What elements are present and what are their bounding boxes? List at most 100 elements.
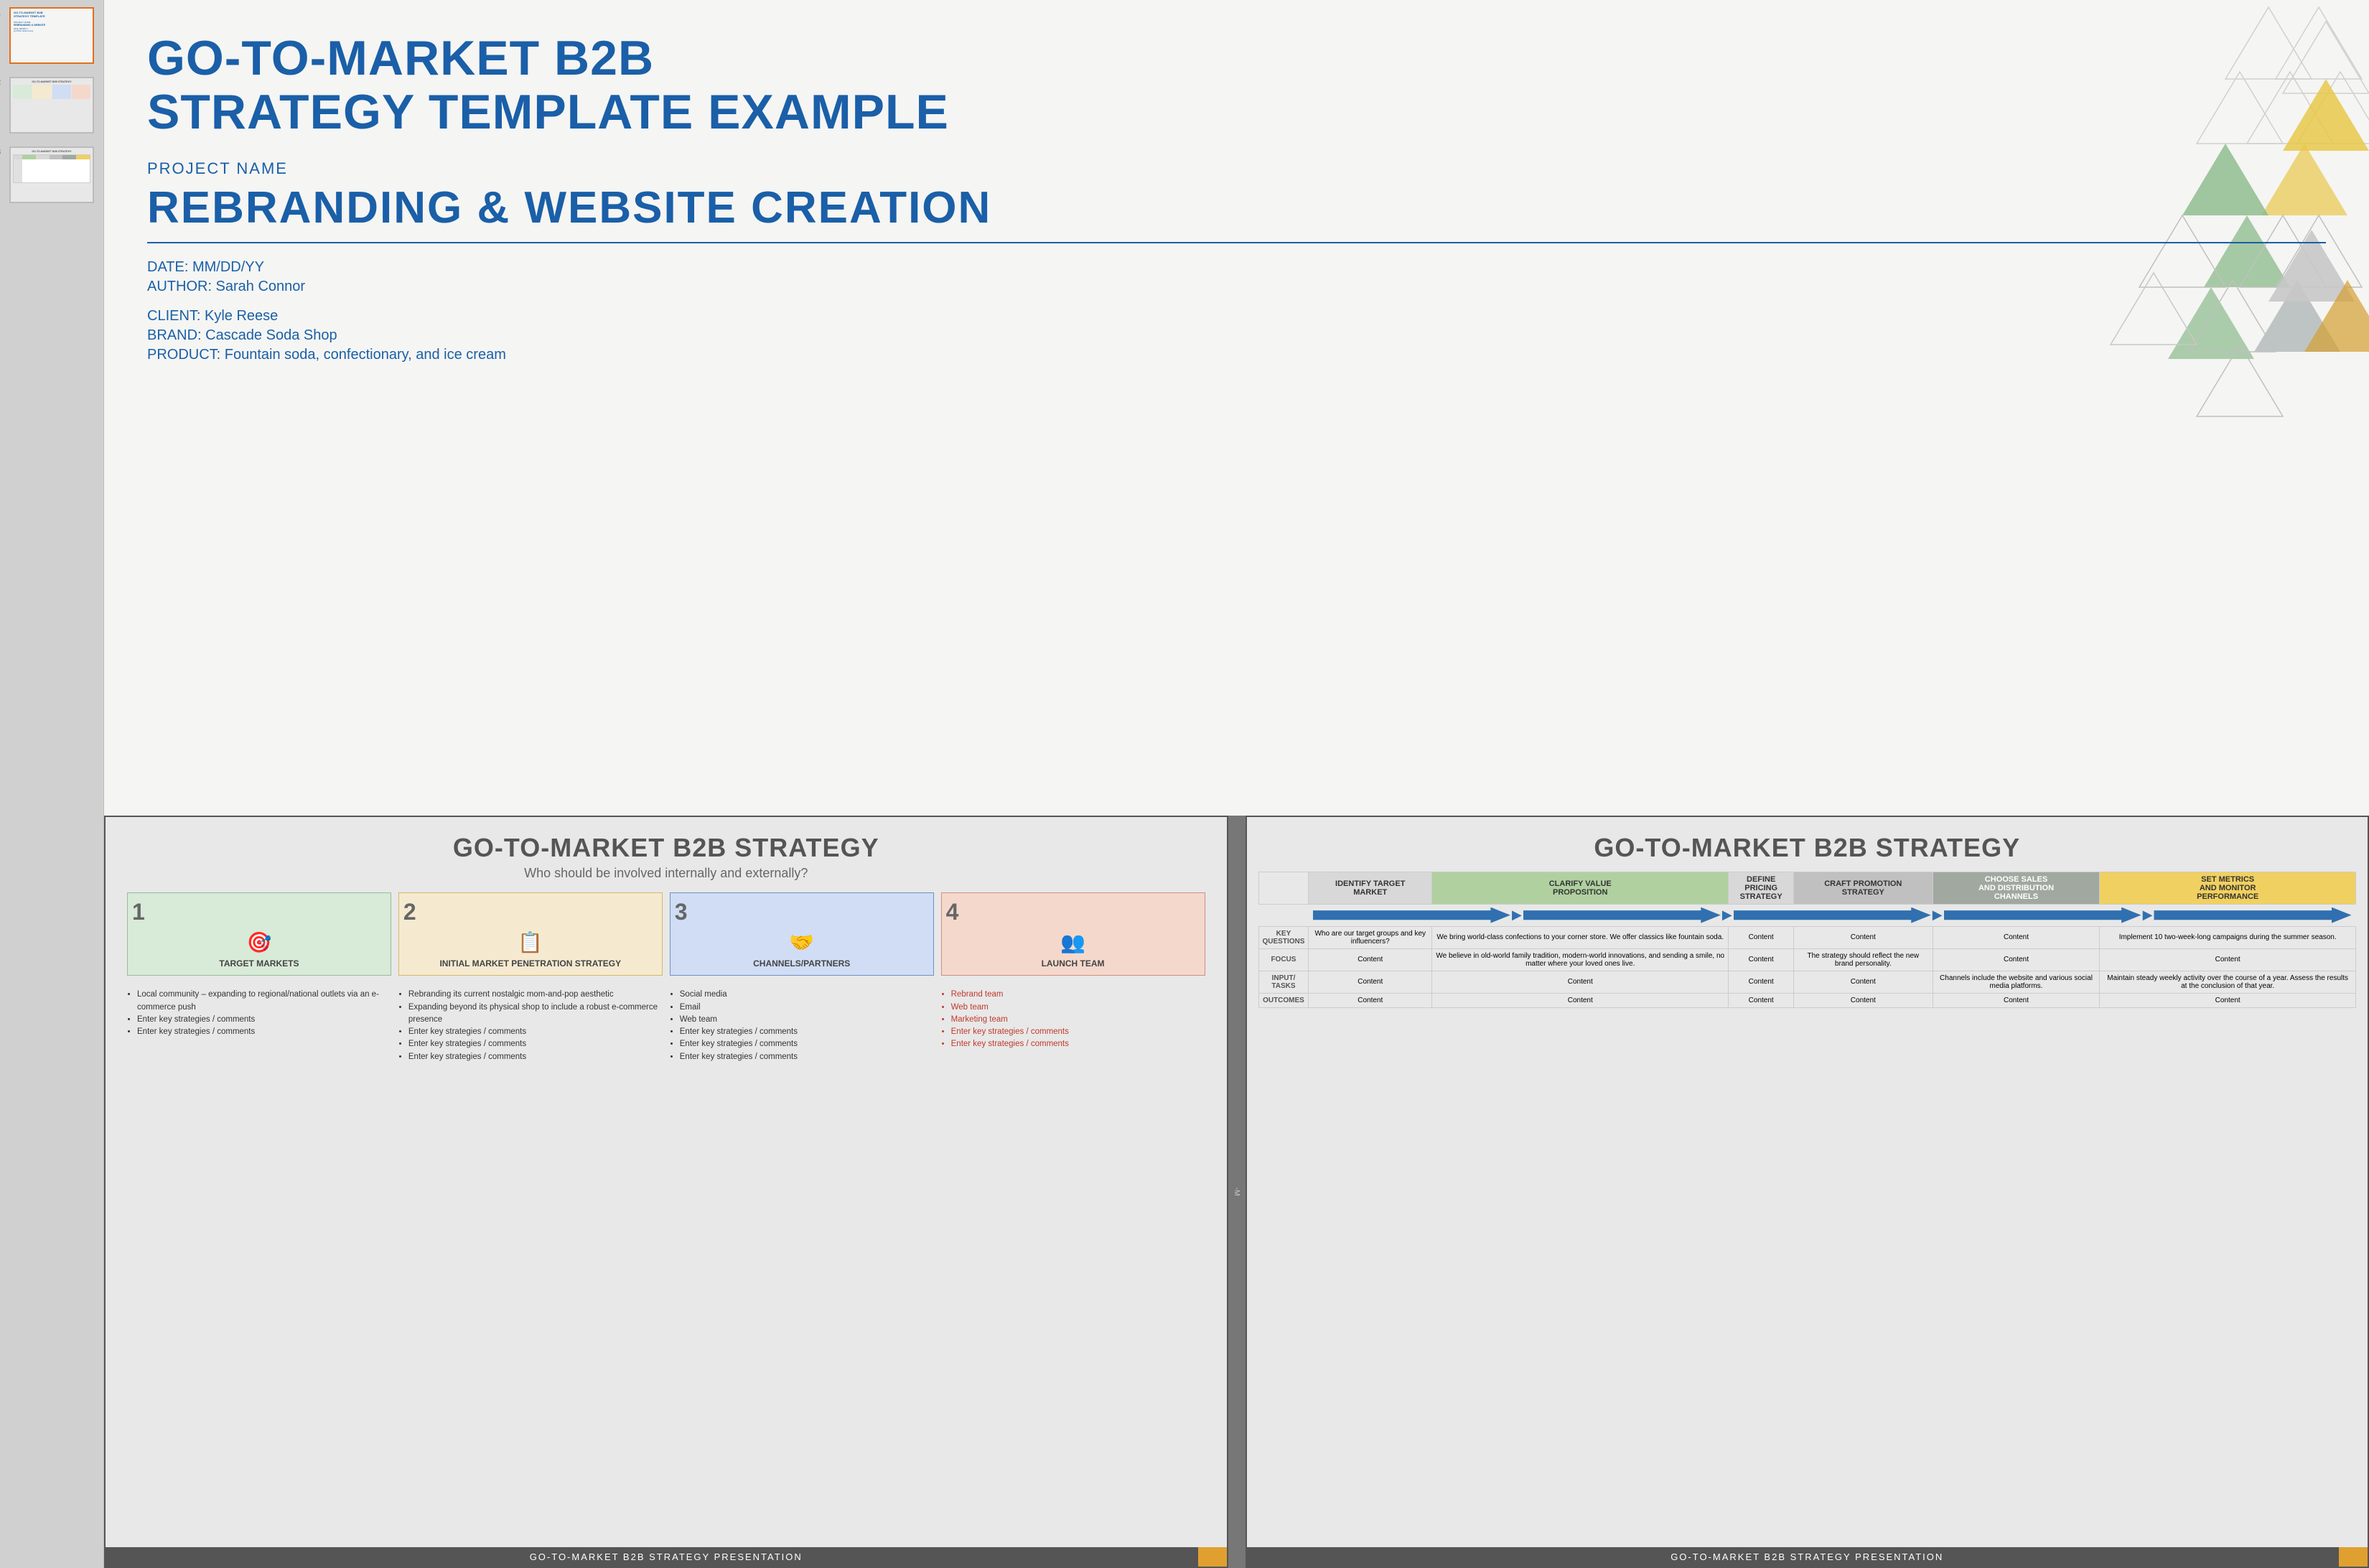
cell-input-1: Content: [1309, 971, 1432, 993]
slide-2: GO-TO-MARKET B2B STRATEGY Who should be …: [104, 816, 1228, 1568]
box-number-3: 3: [675, 900, 688, 923]
slide3-table: IDENTIFY TARGETMARKET CLARIFY VALUEPROPO…: [1258, 872, 2357, 1008]
box-label-3: CHANNELS/PARTNERS: [753, 958, 850, 970]
bullet-col-2: Rebranding its current nostalgic mom-and…: [398, 989, 663, 1543]
cell-input-3: Content: [1729, 971, 1794, 993]
row-label-key-questions: KEYQUESTIONS: [1258, 926, 1309, 948]
handshake-icon: 🤝: [789, 930, 814, 954]
bullet-item: Enter key strategies / comments: [680, 1026, 934, 1038]
cell-input-5: Channels include the website and various…: [1933, 971, 2100, 993]
strat-box-3: 3 🤝 CHANNELS/PARTNERS: [670, 892, 934, 976]
slide-divider: -M: [1228, 816, 1246, 1568]
bullet-item: Enter key strategies / comments: [951, 1026, 1205, 1038]
col-header-1: IDENTIFY TARGETMARKET: [1309, 872, 1432, 904]
slide2-footer: GO-TO-MARKET B2B STRATEGY PRESENTATION: [106, 1547, 1227, 1567]
bottom-row: GO-TO-MARKET B2B STRATEGY Who should be …: [104, 816, 2369, 1568]
bullet-col-1: Local community – expanding to regional/…: [127, 989, 391, 1543]
box-number-2: 2: [403, 900, 416, 923]
main-content: GO-TO-MARKET B2B STRATEGY TEMPLATE EXAMP…: [104, 0, 2369, 1568]
table-row-focus: FOCUS Content We believe in old-world fa…: [1258, 948, 2356, 971]
cell-focus-3: Content: [1729, 948, 1794, 971]
bullet-item: Expanding beyond its physical shop to in…: [408, 1002, 663, 1027]
main-title: GO-TO-MARKET B2B STRATEGY TEMPLATE EXAMP…: [147, 32, 2326, 139]
slide-number-1: 1: [0, 9, 1, 17]
table-row-outcomes: OUTCOMES Content Content Content Content…: [1258, 993, 2356, 1007]
slide2-header: GO-TO-MARKET B2B STRATEGY Who should be …: [106, 817, 1227, 885]
date-line: DATE: MM/DD/YY: [147, 259, 2326, 276]
title-line2: STRATEGY TEMPLATE EXAMPLE: [147, 85, 949, 139]
bullet-item: Social media: [680, 989, 934, 1001]
cell-input-4: Content: [1793, 971, 1933, 993]
cell-focus-2: We believe in old-world family tradition…: [1432, 948, 1729, 971]
bullet-item: Enter key strategies / comments: [951, 1038, 1205, 1050]
cell-kq-3: Content: [1729, 926, 1794, 948]
project-name-label: PROJECT NAME: [147, 159, 2326, 178]
bullet-item: Web team: [951, 1002, 1205, 1014]
slide3-footer-text: GO-TO-MARKET B2B STRATEGY PRESENTATION: [1671, 1551, 1943, 1562]
cell-kq-6: Implement 10 two-week-long campaigns dur…: [2100, 926, 2356, 948]
cell-kq-2: We bring world-class confections to your…: [1432, 926, 1729, 948]
strat-box-1: 1 🎯 TARGET MARKETS: [127, 892, 391, 976]
brand-line: BRAND: Cascade Soda Shop: [147, 327, 2326, 344]
slide-thumb-2[interactable]: GO-TO-MARKET B2B STRATEGY: [9, 77, 94, 134]
col-header-4: CRAFT PROMOTIONSTRATEGY: [1793, 872, 1933, 904]
bullet-item: Local community – expanding to regional/…: [137, 989, 391, 1014]
bullet-item: Email: [680, 1002, 934, 1014]
title-line1: GO-TO-MARKET B2B: [147, 31, 654, 85]
bullet-item: Rebranding its current nostalgic mom-and…: [408, 989, 663, 1001]
bullet-item: Rebrand team: [951, 989, 1205, 1001]
cell-focus-6: Content: [2100, 948, 2356, 971]
project-title: REBRANDING & WEBSITE CREATION: [147, 182, 2326, 243]
bullet-col-4: Rebrand team Web team Marketing team Ent…: [941, 989, 1205, 1543]
bullet-item: Enter key strategies / comments: [137, 1014, 391, 1026]
cell-out-5: Content: [1933, 993, 2100, 1007]
arrow-row: ▶ ▶ ▶ ▶: [1258, 904, 2356, 926]
bullet-item: Enter key strategies / comments: [137, 1026, 391, 1038]
target-icon: 🎯: [247, 930, 272, 954]
slide-3: GO-TO-MARKET B2B STRATEGY IDENTIFY TARGE…: [1246, 816, 2369, 1568]
slide2-subtitle: Who should be involved internally and ex…: [113, 866, 1220, 881]
bullet-item: Enter key strategies / comments: [408, 1038, 663, 1050]
row-label-outcomes: OUTCOMES: [1258, 993, 1309, 1007]
bullet-item: Marketing team: [951, 1014, 1205, 1026]
box-label-1: TARGET MARKETS: [219, 958, 299, 970]
cell-out-3: Content: [1729, 993, 1794, 1007]
product-line: PRODUCT: Fountain soda, confectionary, a…: [147, 347, 2326, 363]
client-line: CLIENT: Kyle Reese: [147, 308, 2326, 325]
bullet-item: Enter key strategies / comments: [408, 1051, 663, 1063]
cell-kq-1: Who are our target groups and key influe…: [1309, 926, 1432, 948]
slide-thumb-3[interactable]: GO-TO-MARKET B2B STRATEGY: [9, 146, 94, 203]
slide3-footer: GO-TO-MARKET B2B STRATEGY PRESENTATION: [1247, 1547, 2368, 1567]
bullet-item: Enter key strategies / comments: [408, 1026, 663, 1038]
bullet-item: Web team: [680, 1014, 934, 1026]
bullet-item: Enter key strategies / comments: [680, 1038, 934, 1050]
strat-box-4: 4 👥 LAUNCH TEAM: [941, 892, 1205, 976]
slide-1: GO-TO-MARKET B2B STRATEGY TEMPLATE EXAMP…: [104, 0, 2369, 816]
col-header-2: CLARIFY VALUEPROPOSITION: [1432, 872, 1729, 904]
col-header-3: DEFINE PRICINGSTRATEGY: [1729, 872, 1794, 904]
box-label-4: LAUNCH TEAM: [1042, 958, 1105, 970]
slide3-header: GO-TO-MARKET B2B STRATEGY: [1247, 817, 2368, 867]
slide-thumb-1[interactable]: GO-TO-MARKET B2BSTRATEGY TEMPLATE PROJEC…: [9, 7, 94, 64]
cell-focus-4: The strategy should reflect the new bran…: [1793, 948, 1933, 971]
cell-input-6: Maintain steady weekly activity over the…: [2100, 971, 2356, 993]
col-header-5: CHOOSE SALESAND DISTRIBUTIONCHANNELS: [1933, 872, 2100, 904]
cell-out-4: Content: [1793, 993, 1933, 1007]
slide2-footer-text: GO-TO-MARKET B2B STRATEGY PRESENTATION: [530, 1551, 803, 1562]
cell-focus-5: Content: [1933, 948, 2100, 971]
strategy-boxes: 1 🎯 TARGET MARKETS 2 📋 INITIAL MARKET PE…: [106, 885, 1227, 984]
row-label-input: INPUT/TASKS: [1258, 971, 1309, 993]
row-label-focus: FOCUS: [1258, 948, 1309, 971]
slide3-table-wrap: IDENTIFY TARGETMARKET CLARIFY VALUEPROPO…: [1247, 867, 2368, 1547]
cell-kq-5: Content: [1933, 926, 2100, 948]
clipboard-icon: 📋: [518, 930, 543, 954]
bullets-row: Local community – expanding to regional/…: [106, 983, 1227, 1547]
cell-focus-1: Content: [1309, 948, 1432, 971]
sidebar: 1 GO-TO-MARKET B2BSTRATEGY TEMPLATE PROJ…: [0, 0, 104, 1568]
table-row-input: INPUT/TASKS Content Content Content Cont…: [1258, 971, 2356, 993]
team-icon: 👥: [1060, 930, 1085, 954]
author-line: AUTHOR: Sarah Connor: [147, 279, 2326, 295]
cell-out-6: Content: [2100, 993, 2356, 1007]
cell-kq-4: Content: [1793, 926, 1933, 948]
slide2-title: GO-TO-MARKET B2B STRATEGY: [113, 833, 1220, 863]
